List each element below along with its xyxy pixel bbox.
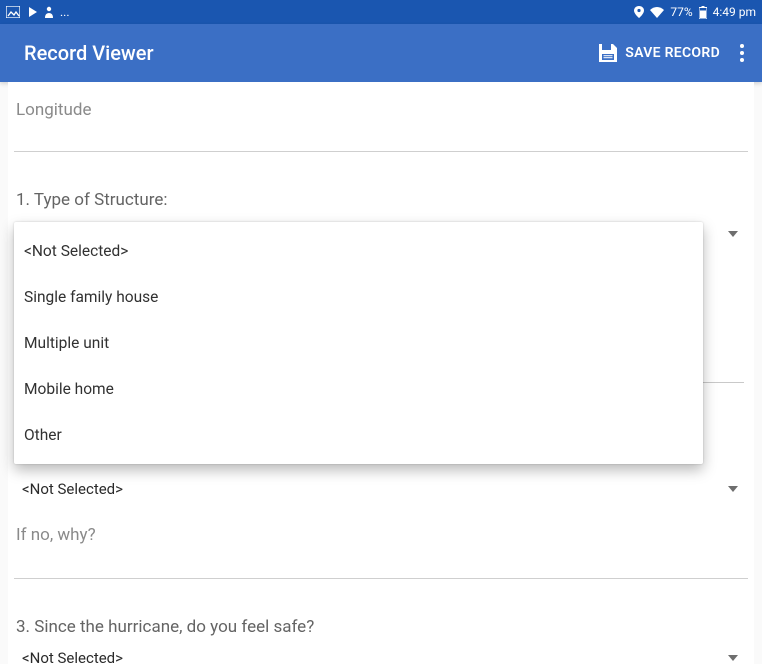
- picture-icon: [6, 6, 20, 18]
- save-record-button[interactable]: SAVE RECORD: [597, 42, 720, 64]
- status-left: ...: [6, 5, 70, 19]
- dropdown-option-multiple-unit[interactable]: Multiple unit: [14, 320, 703, 366]
- wifi-icon: [650, 7, 664, 18]
- app-actions: SAVE RECORD: [597, 38, 746, 68]
- dropdown-popup: <Not Selected> Single family house Multi…: [14, 222, 703, 464]
- q2-value: <Not Selected>: [22, 480, 123, 498]
- longitude-label: Longitude: [14, 82, 748, 124]
- dropdown-option-single-family[interactable]: Single family house: [14, 274, 703, 320]
- status-bar: ... 77% 4:49 pm: [0, 0, 762, 24]
- q3-value: <Not Selected>: [22, 649, 123, 664]
- chevron-down-icon: [728, 231, 738, 237]
- app-title: Record Viewer: [24, 41, 154, 65]
- chevron-down-icon: [728, 655, 738, 661]
- q3-label: 3. Since the hurricane, do you feel safe…: [14, 599, 748, 643]
- status-ellipsis: ...: [60, 5, 70, 19]
- save-icon: [597, 42, 619, 64]
- battery-icon: [699, 6, 707, 19]
- save-record-label: SAVE RECORD: [625, 45, 720, 61]
- dropdown-option-other[interactable]: Other: [14, 412, 703, 458]
- q3-dropdown[interactable]: <Not Selected>: [14, 643, 748, 664]
- dropdown-option-mobile-home[interactable]: Mobile home: [14, 366, 703, 412]
- ifno-input[interactable]: [14, 551, 748, 579]
- longitude-input[interactable]: [14, 124, 748, 152]
- battery-percent: 77%: [670, 5, 692, 19]
- dropdown-option-not-selected[interactable]: <Not Selected>: [14, 228, 703, 274]
- q2-dropdown[interactable]: <Not Selected>: [14, 471, 748, 507]
- status-right: 77% 4:49 pm: [634, 5, 756, 19]
- app-bar: Record Viewer SAVE RECORD: [0, 24, 762, 82]
- location-icon: [634, 6, 644, 18]
- ifno-label: If no, why?: [14, 507, 748, 551]
- person-icon: [44, 6, 54, 18]
- clock-time: 4:49 pm: [713, 5, 756, 19]
- chevron-down-icon: [728, 486, 738, 492]
- overflow-menu-button[interactable]: [738, 38, 746, 68]
- play-icon: [26, 6, 38, 18]
- q1-label: 1. Type of Structure:: [14, 172, 748, 216]
